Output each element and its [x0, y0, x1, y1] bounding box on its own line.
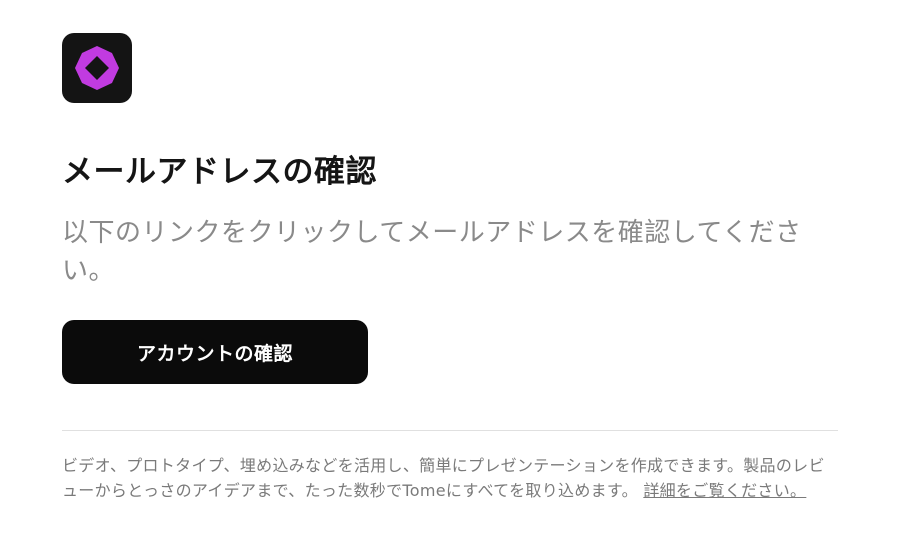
- instruction-text: 以下のリンクをクリックしてメールアドレスを確認してください。: [62, 218, 802, 286]
- tome-logo: [62, 33, 132, 103]
- page-title: メールアドレスの確認: [62, 154, 377, 190]
- tome-diamond-logo-icon: [75, 46, 119, 90]
- confirm-account-button[interactable]: アカウントの確認: [62, 320, 368, 384]
- learn-more-link[interactable]: 詳細をご覧ください。: [643, 481, 806, 500]
- footer-text: ビデオ、プロトタイプ、埋め込みなどを活用し、簡単にプレゼンテーションを作成できま…: [62, 453, 832, 503]
- divider: [62, 430, 838, 431]
